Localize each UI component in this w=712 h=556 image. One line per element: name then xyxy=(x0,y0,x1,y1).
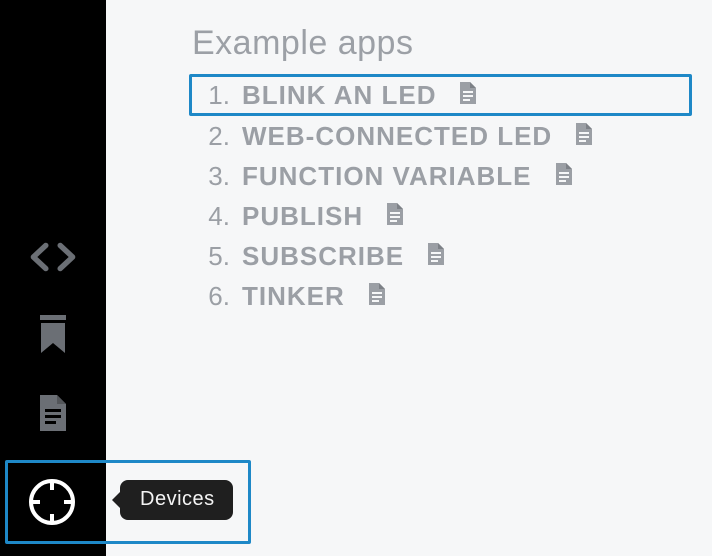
code-icon xyxy=(28,240,78,274)
sidebar-bookmark-button[interactable] xyxy=(28,310,78,360)
section-title: Example apps xyxy=(192,24,692,63)
file-icon xyxy=(458,81,478,109)
app-label: FUNCTION VARIABLE xyxy=(242,163,532,189)
app-item-tinker[interactable]: TINKER xyxy=(192,276,692,316)
sidebar-devices-button[interactable] xyxy=(22,472,82,532)
app-item-function-variable[interactable]: FUNCTION VARIABLE xyxy=(192,156,692,196)
app-label: TINKER xyxy=(242,283,345,309)
file-icon xyxy=(574,122,594,150)
bookmark-icon xyxy=(38,315,68,355)
app-item-blink-an-led[interactable]: BLINK AN LED xyxy=(189,74,692,116)
document-icon xyxy=(37,393,69,433)
app-item-subscribe[interactable]: SUBSCRIBE xyxy=(192,236,692,276)
main-panel: Example apps BLINK AN LED WEB-CONNECTED … xyxy=(106,0,712,556)
target-icon xyxy=(27,477,77,527)
file-icon xyxy=(554,162,574,190)
file-icon xyxy=(426,242,446,270)
app-label: WEB-CONNECTED LED xyxy=(242,123,552,149)
app-label: PUBLISH xyxy=(242,203,363,229)
app-item-publish[interactable]: PUBLISH xyxy=(192,196,692,236)
app-item-web-connected-led[interactable]: WEB-CONNECTED LED xyxy=(192,116,692,156)
file-icon xyxy=(367,282,387,310)
example-apps-list: BLINK AN LED WEB-CONNECTED LED FUNCTION … xyxy=(192,74,692,316)
app-label: SUBSCRIBE xyxy=(242,243,404,269)
sidebar-code-button[interactable] xyxy=(28,232,78,282)
app-label: BLINK AN LED xyxy=(242,82,436,108)
sidebar-document-button[interactable] xyxy=(28,388,78,438)
file-icon xyxy=(385,202,405,230)
